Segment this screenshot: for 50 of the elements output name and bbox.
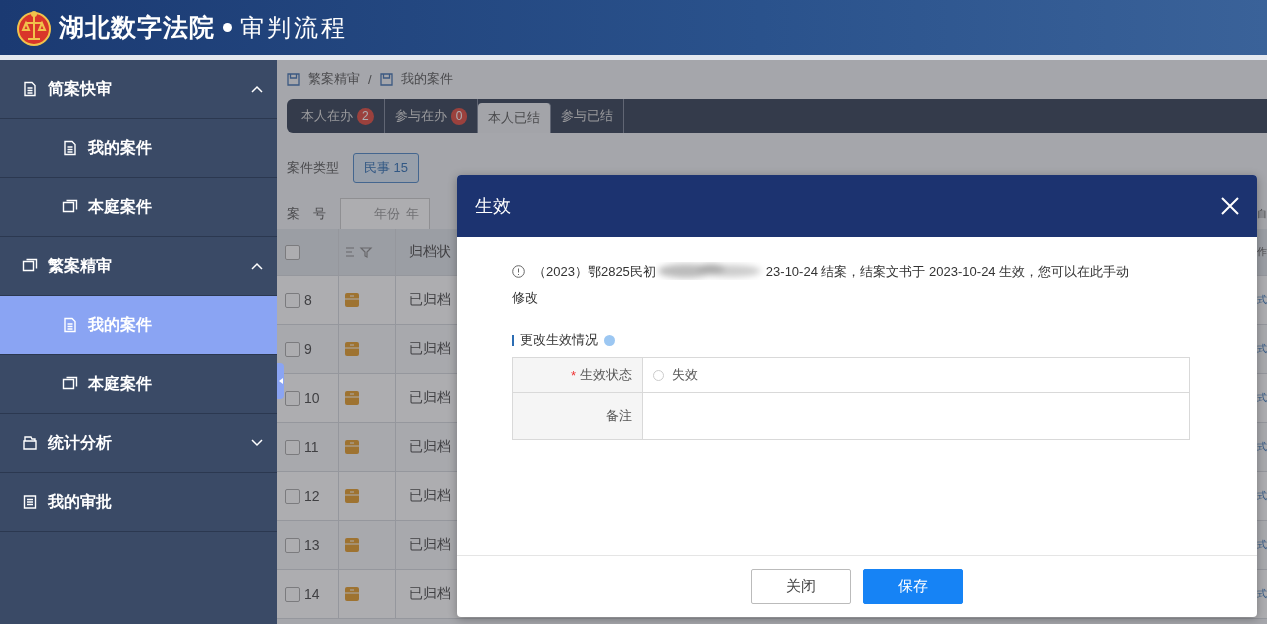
table-cell: 已归档 bbox=[409, 438, 451, 456]
table-cell: 已归档 bbox=[409, 487, 451, 505]
breadcrumb-separator: / bbox=[368, 71, 372, 87]
link-fragment[interactable]: 式 bbox=[1257, 293, 1267, 307]
column-fragment: 作 bbox=[1257, 245, 1267, 259]
save-button[interactable]: 保存 bbox=[863, 569, 963, 604]
table-cell: 已归档 bbox=[409, 340, 451, 358]
message-text: 23-10-24 结案，结案文书于 2023-10-24 生效，您可以在此手动 bbox=[765, 264, 1130, 279]
filter-label: 案 号 bbox=[287, 205, 326, 223]
tab[interactable]: 参与已结 bbox=[551, 99, 625, 133]
breadcrumb-link[interactable]: 繁案精审 bbox=[308, 70, 360, 88]
field-label: 生效状态 bbox=[580, 366, 632, 384]
dialog-title: 生效 bbox=[475, 195, 511, 218]
row-number: 13 bbox=[304, 537, 320, 553]
link-fragment[interactable]: 式 bbox=[1257, 391, 1267, 405]
year-field[interactable]: 年份 年 bbox=[340, 198, 430, 230]
table-cell: 已归档 bbox=[409, 291, 451, 309]
message-text: （2023）鄂2825民初 bbox=[533, 264, 656, 279]
table-cell: 已归档 bbox=[409, 389, 451, 407]
case-type-chip[interactable]: 民事 15 bbox=[353, 153, 420, 183]
row-number: 12 bbox=[304, 488, 320, 504]
tab[interactable]: 本人已结 bbox=[478, 103, 552, 133]
row-number: 8 bbox=[304, 292, 312, 308]
required-mark: * bbox=[570, 367, 576, 383]
row-number: 11 bbox=[304, 439, 319, 455]
row-number: 10 bbox=[304, 390, 320, 406]
link-fragment[interactable]: 式 bbox=[1257, 489, 1267, 503]
field-label: 备注 bbox=[606, 407, 632, 425]
link-fragment[interactable]: 式 bbox=[1257, 587, 1267, 601]
filter-label: 案件类型 bbox=[287, 159, 339, 177]
column-fragment: 自 bbox=[1257, 207, 1267, 221]
table-cell: 已归档 bbox=[409, 536, 451, 554]
breadcrumb-link[interactable]: 我的案件 bbox=[400, 70, 453, 88]
count-badge: 2 bbox=[357, 107, 374, 125]
tab[interactable]: 本人在办 2 bbox=[291, 99, 385, 133]
column-header: 归档状 bbox=[409, 243, 451, 261]
table-cell: 已归档 bbox=[409, 585, 451, 603]
close-dialog-button[interactable]: 关闭 bbox=[751, 569, 851, 604]
radio-option[interactable]: 失效 bbox=[653, 366, 698, 384]
section-title: 更改生效情况 bbox=[520, 331, 598, 349]
link-fragment[interactable]: 式 bbox=[1257, 440, 1267, 454]
link-fragment[interactable]: 式 bbox=[1257, 538, 1267, 552]
row-number: 9 bbox=[304, 341, 312, 357]
message-text: 修改 bbox=[512, 289, 538, 307]
app-title: 湖北数字法院 bbox=[59, 12, 215, 43]
app-subtitle: 审判流程 bbox=[240, 12, 348, 44]
sidebar-item[interactable]: 我的案件 bbox=[0, 296, 277, 355]
link-fragment[interactable]: 式 bbox=[1257, 342, 1267, 356]
count-badge: 0 bbox=[450, 107, 468, 125]
row-number: 14 bbox=[304, 586, 320, 602]
